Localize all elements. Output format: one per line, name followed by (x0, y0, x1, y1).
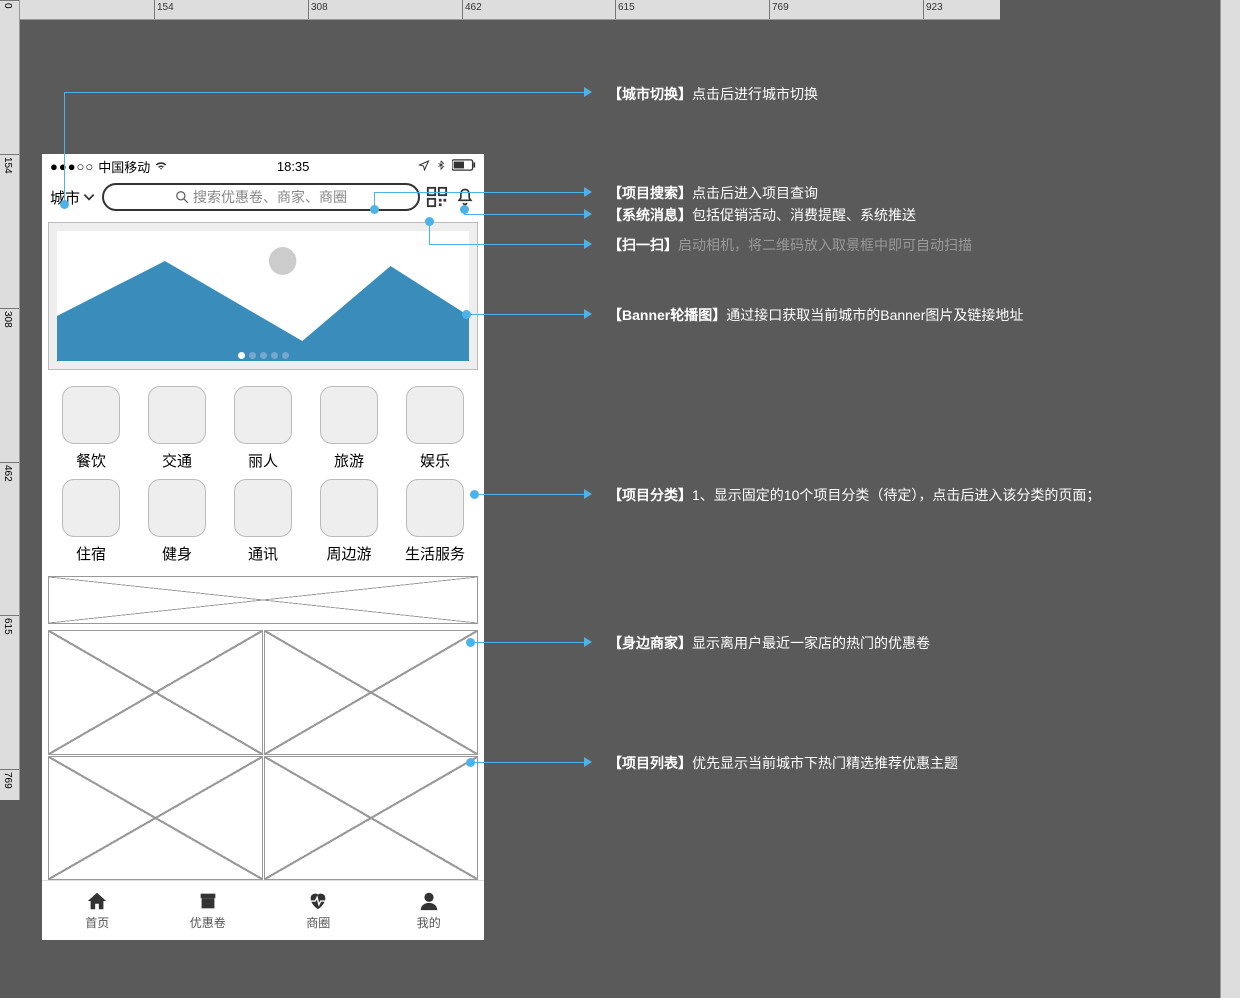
wifi-icon (154, 158, 168, 175)
heart-pulse-icon (306, 890, 330, 912)
category-item-fitness[interactable]: 健身 (134, 479, 220, 564)
list-item[interactable] (48, 630, 263, 755)
search-placeholder: 搜索优惠卷、商家、商圈 (193, 187, 347, 207)
annotation-category: 【项目分类】1、显示固定的10个项目分类（待定），点击后进入该分类的页面； (600, 485, 1100, 505)
tab-bar: 首页 优惠卷 商圈 我的 (42, 880, 484, 940)
search-row: 城市 搜索优惠卷、商家、商圈 (42, 178, 484, 216)
qr-scan-button[interactable] (426, 186, 448, 208)
placeholder-box (48, 576, 478, 624)
list-item[interactable] (264, 756, 479, 881)
list-item[interactable] (48, 756, 263, 881)
item-grid (42, 630, 484, 880)
annotation-banner: 【Banner轮播图】通过接口获取当前城市的Banner图片及链接地址 (600, 305, 1023, 325)
category-grid: 餐饮 交通 丽人 旅游 娱乐 住宿 健身 通讯 周边游 生活服务 (42, 376, 484, 570)
category-item-life-services[interactable]: 生活服务 (392, 479, 478, 564)
annotation-nearby: 【身边商家】显示离用户最近一家店的热门的优惠卷 (600, 633, 930, 653)
annotation-message: 【系统消息】包括促销活动、消费提醒、系统推送 (600, 205, 916, 225)
category-item-lodging[interactable]: 住宿 (48, 479, 134, 564)
category-item-beauty[interactable]: 丽人 (220, 386, 306, 471)
annotation-item-list: 【项目列表】优先显示当前城市下热门精选推荐优惠主题 (600, 753, 958, 773)
signal-dots: ●●●○○ (50, 159, 94, 174)
ruler-right (1220, 0, 1240, 998)
location-icon (418, 159, 430, 174)
tab-mine[interactable]: 我的 (374, 881, 485, 940)
tab-home[interactable]: 首页 (42, 881, 153, 940)
category-item-nearby-trips[interactable]: 周边游 (306, 479, 392, 564)
annotation-city-switch: 【城市切换】点击后进行城市切换 (600, 84, 818, 104)
tab-coupons[interactable]: 优惠卷 (153, 881, 264, 940)
phone-frame: ●●●○○ 中国移动 18:35 城市 搜索优惠卷、商家、商圈 (42, 154, 484, 940)
city-switch-button[interactable]: 城市 (50, 187, 96, 208)
home-icon (85, 890, 109, 912)
status-bar: ●●●○○ 中国移动 18:35 (42, 154, 484, 178)
battery-icon (452, 159, 476, 174)
banner-carousel[interactable] (48, 222, 478, 370)
category-item-telecom[interactable]: 通讯 (220, 479, 306, 564)
list-item[interactable] (264, 630, 479, 755)
tab-shopping[interactable]: 商圈 (263, 881, 374, 940)
ruler-vertical: 0 154 308 462 615 769 (0, 0, 20, 800)
category-item-transport[interactable]: 交通 (134, 386, 220, 471)
category-item-dining[interactable]: 餐饮 (48, 386, 134, 471)
annotation-scan: 【扫一扫】启动相机，将二维码放入取景框中即可自动扫描 (600, 235, 972, 255)
category-item-entertainment[interactable]: 娱乐 (392, 386, 478, 471)
carrier-label: 中国移动 (98, 157, 150, 176)
nearby-merchant-row[interactable] (42, 576, 484, 624)
qr-icon (426, 186, 448, 208)
user-icon (417, 890, 441, 912)
bell-icon (455, 187, 475, 207)
carousel-dots[interactable] (49, 352, 477, 359)
bluetooth-icon (436, 158, 446, 175)
chevron-down-icon (82, 190, 96, 204)
ruler-horizontal: 0 154 308 462 615 769 923 (0, 0, 1000, 20)
search-icon (175, 190, 189, 204)
banner-image-placeholder (57, 231, 469, 361)
annotation-search: 【项目搜索】点击后进入项目查询 (600, 183, 818, 203)
coupon-icon (196, 890, 220, 912)
status-time: 18:35 (277, 159, 310, 174)
category-item-travel[interactable]: 旅游 (306, 386, 392, 471)
